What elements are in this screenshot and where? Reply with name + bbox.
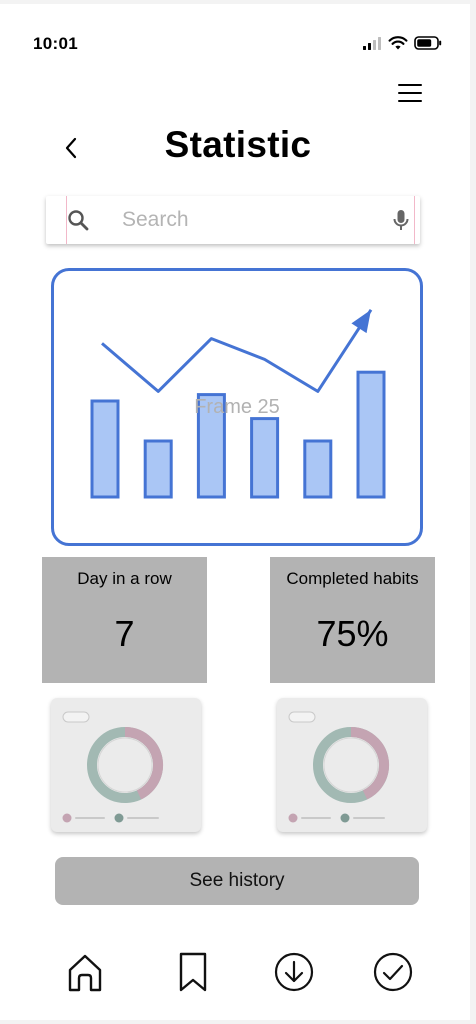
donut-chart-illustration [62, 711, 164, 823]
microphone-icon[interactable] [390, 208, 412, 234]
hamburger-menu-icon [398, 84, 422, 86]
download-circle-icon [274, 952, 314, 992]
phone-screen: 10:01 Statistic Search Frame 25 Day in a… [0, 4, 470, 1020]
nav-download[interactable] [272, 948, 316, 996]
check-circle-icon [373, 952, 413, 992]
battery-icon [414, 36, 442, 50]
wifi-icon [388, 36, 408, 50]
chart-bar [250, 417, 280, 499]
statistics-chart: Frame 25 [51, 268, 423, 546]
stat-label: Day in a row [77, 569, 172, 588]
menu-button[interactable] [396, 82, 424, 104]
status-bar: 10:01 [0, 4, 470, 53]
stat-label: Completed habits [286, 569, 419, 588]
search-icon[interactable] [66, 208, 90, 232]
trend-arrow-head [351, 309, 371, 334]
donut-chart-card [277, 698, 427, 832]
signal-icon [363, 37, 381, 50]
stat-value: 7 [114, 613, 135, 654]
status-time: 10:01 [33, 34, 78, 53]
page-title: Statistic [164, 124, 312, 165]
stat-value: 75% [316, 613, 389, 654]
day-in-a-row-card: Day in a row 7 [42, 557, 207, 683]
donut-chart-card [51, 698, 201, 832]
see-history-button[interactable]: See history [55, 857, 419, 905]
donut-chart-illustration [288, 711, 390, 823]
search-bar [46, 196, 420, 244]
menu-line [398, 100, 422, 102]
bookmark-icon [179, 952, 207, 992]
home-icon [68, 954, 102, 992]
status-icons [362, 36, 442, 50]
chart-bar [303, 439, 333, 499]
nav-bookmark[interactable] [171, 948, 215, 996]
search-divider [414, 196, 415, 244]
completed-habits-card: Completed habits 75% [270, 557, 435, 683]
nav-completed[interactable] [371, 948, 415, 996]
chart-bar [143, 439, 173, 499]
trend-line [101, 308, 373, 393]
menu-line [398, 92, 422, 94]
frame-label: Frame 25 [194, 396, 280, 418]
chart-bar [356, 370, 386, 499]
search-input[interactable] [122, 204, 372, 236]
nav-home[interactable] [63, 948, 107, 996]
